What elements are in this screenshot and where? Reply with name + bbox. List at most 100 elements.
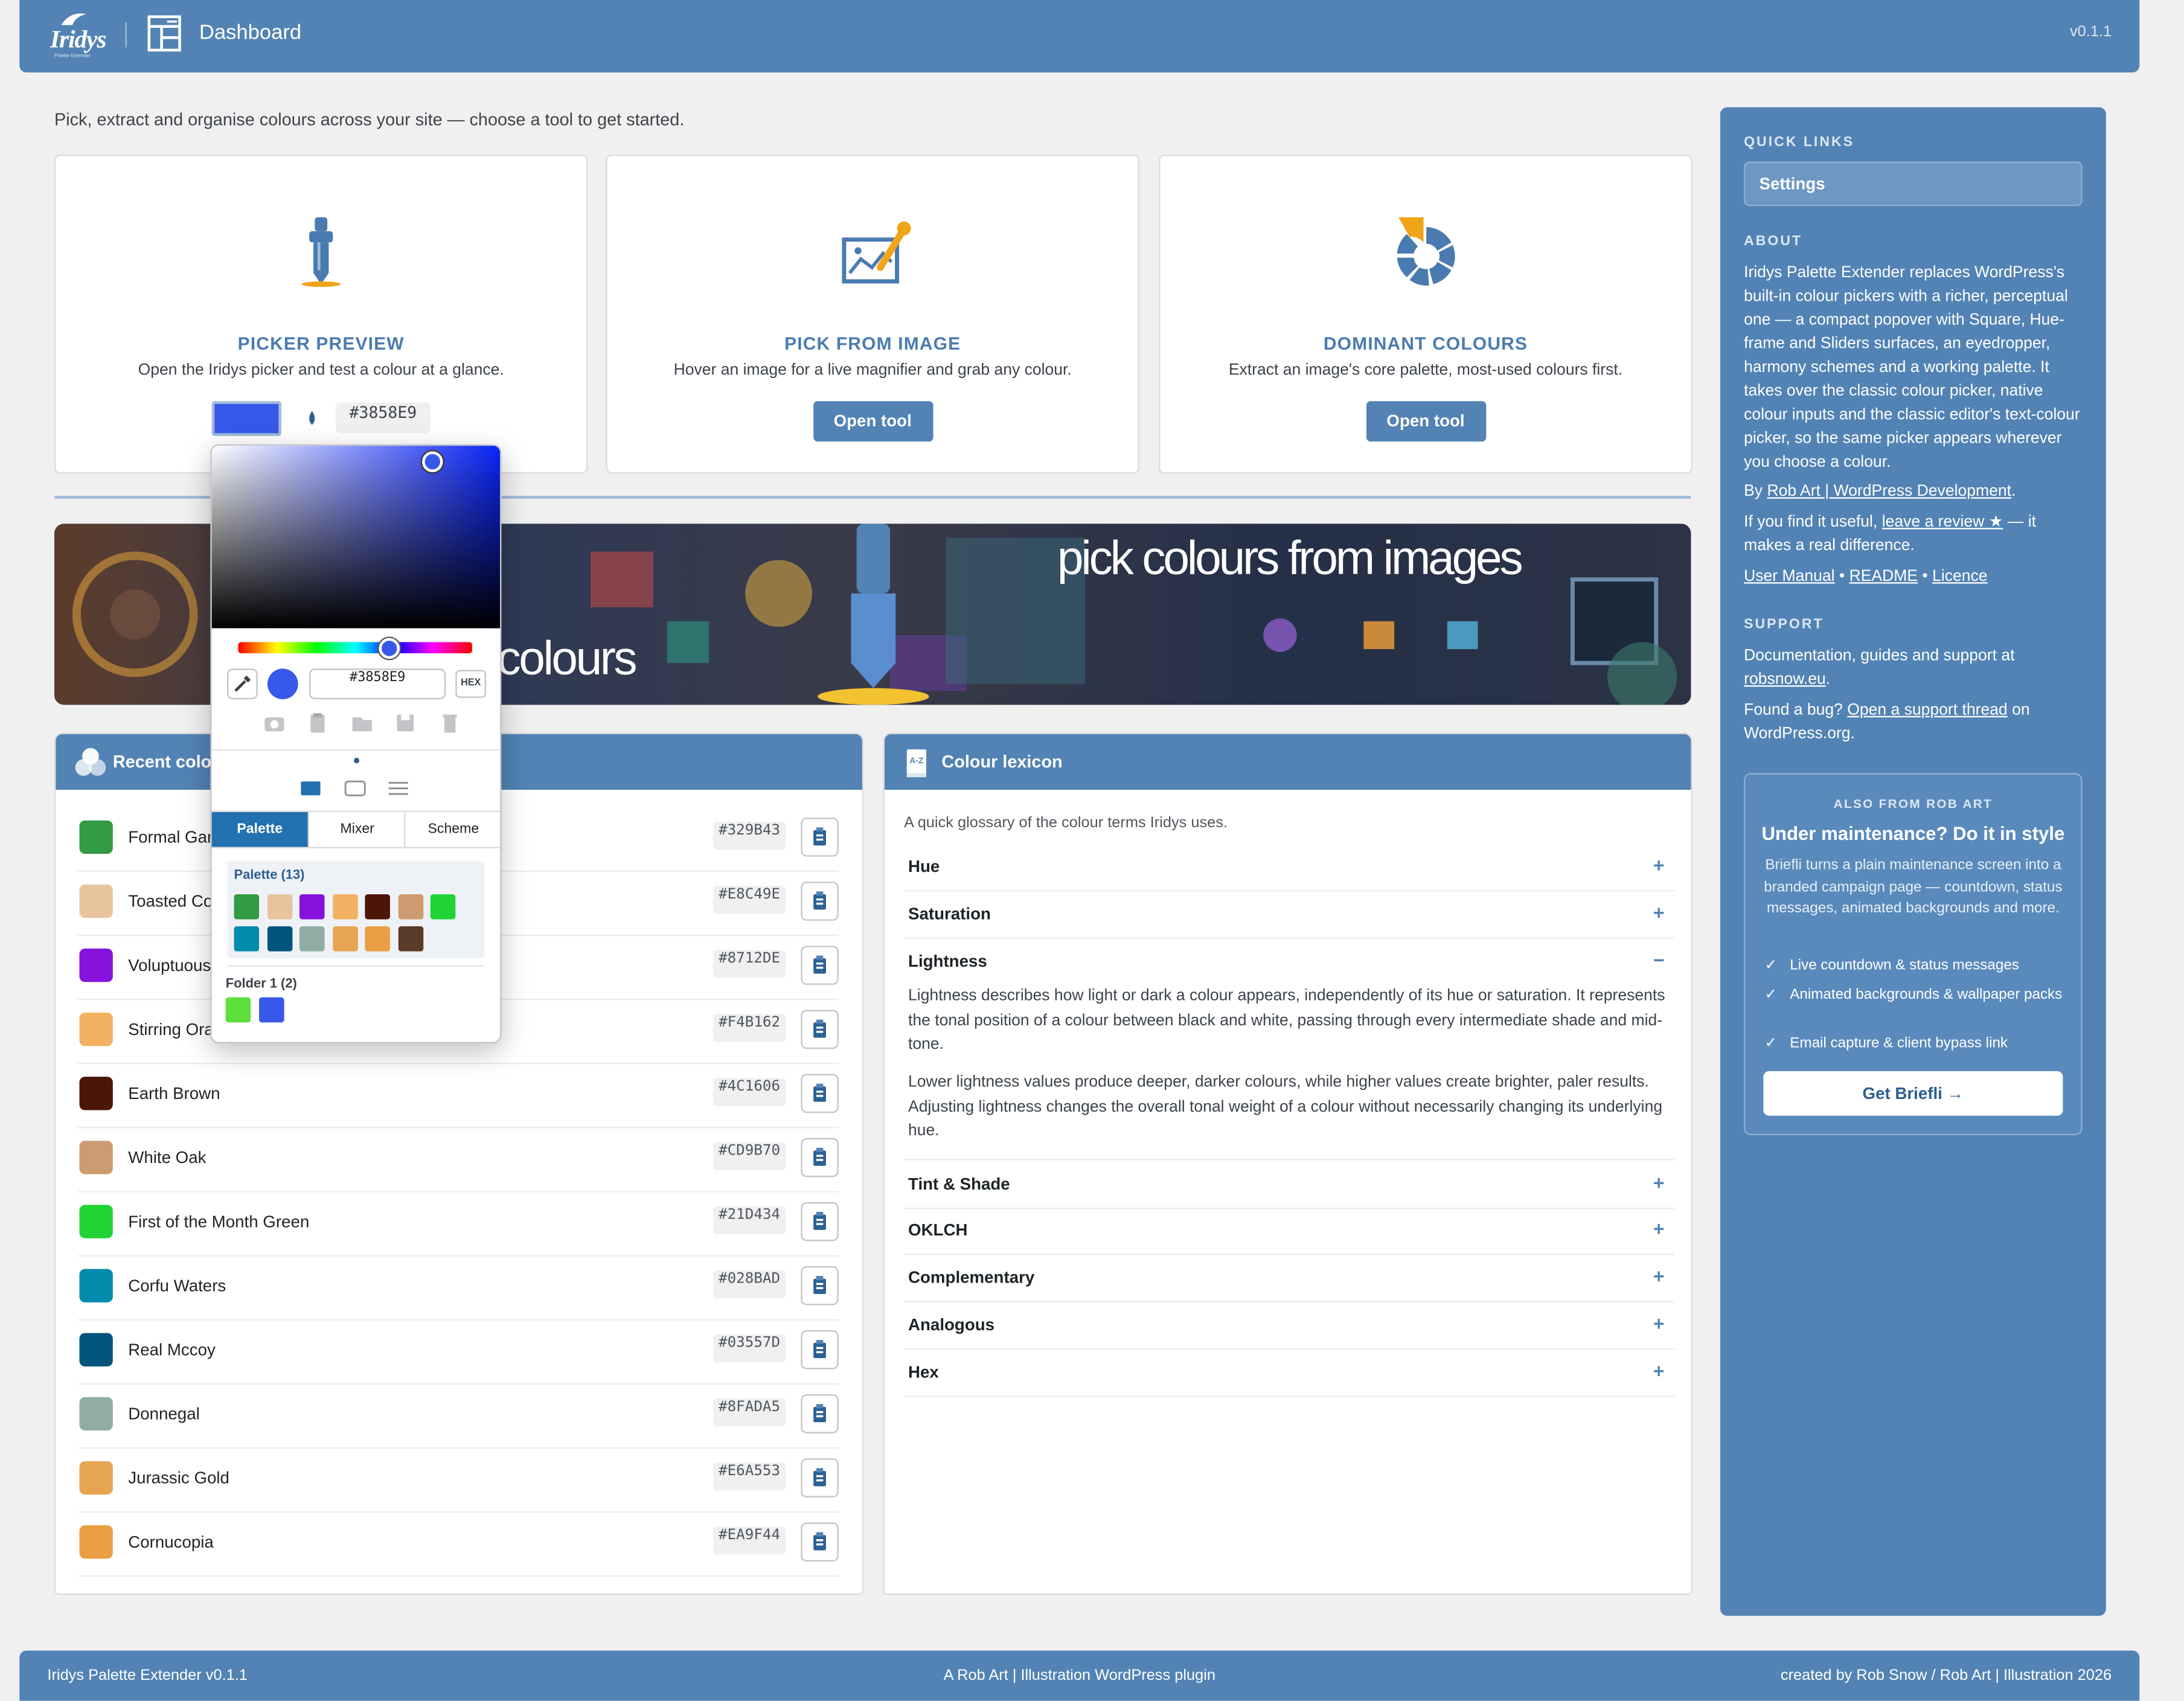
colour-swatch[interactable] — [79, 1141, 113, 1174]
expand-icon[interactable]: + — [1653, 1217, 1665, 1240]
lexicon-term-tint-shade[interactable]: Tint & Shade + — [904, 1159, 1674, 1209]
hue-frame-mode-icon[interactable] — [344, 780, 366, 796]
open-tool-button[interactable]: Open tool — [1365, 401, 1486, 442]
expand-icon[interactable]: + — [1653, 1359, 1665, 1382]
colour-swatch[interactable] — [79, 1013, 113, 1046]
open-tool-button[interactable]: Open tool — [813, 401, 933, 442]
sliders-mode-icon[interactable] — [388, 781, 408, 795]
copy-button[interactable] — [801, 818, 839, 857]
saturation-square[interactable] — [211, 446, 501, 629]
copy-icon — [813, 1340, 826, 1359]
colour-name: Jurassic Gold — [128, 1468, 229, 1488]
clipboard-icon[interactable] — [306, 710, 331, 735]
hue-slider[interactable] — [238, 642, 473, 653]
colour-swatch[interactable] — [79, 1205, 113, 1238]
hex-input[interactable]: #3858E9 — [309, 668, 446, 700]
colour-row: Corfu Waters #028BAD — [78, 1255, 839, 1321]
hue-handle[interactable] — [379, 638, 400, 659]
copy-icon — [813, 1211, 826, 1230]
expand-icon[interactable]: + — [1653, 901, 1665, 923]
palette-swatch[interactable] — [299, 926, 325, 952]
palette-swatch[interactable] — [234, 926, 260, 952]
copy-button[interactable] — [801, 946, 839, 985]
palette-swatch[interactable] — [266, 894, 292, 920]
colour-lexicon-panel: A-Z Colour lexicon A quick glossary of t… — [883, 732, 1692, 1595]
palette-swatch[interactable] — [365, 926, 390, 952]
licence-link[interactable]: Licence — [1932, 568, 1987, 585]
drop-icon[interactable] — [306, 411, 317, 425]
lexicon-term-saturation[interactable]: Saturation + — [904, 890, 1674, 939]
palette-swatch[interactable] — [234, 894, 260, 920]
expand-icon[interactable]: + — [1653, 1312, 1665, 1334]
copy-button[interactable] — [801, 882, 839, 921]
iridys-logo[interactable]: Iridys Palette Extender — [50, 11, 114, 59]
colour-swatch[interactable] — [79, 884, 113, 918]
expand-icon[interactable]: + — [1653, 854, 1665, 876]
briefli-promo: ALSO FROM ROB ART Under maintenance? Do … — [1744, 773, 2083, 1136]
colour-swatch[interactable] — [79, 1525, 113, 1559]
settings-link[interactable]: Settings — [1744, 161, 2083, 207]
footer: Iridys Palette Extender v0.1.1 A Rob Art… — [19, 1650, 2140, 1701]
copy-button[interactable] — [801, 1074, 839, 1113]
expand-icon[interactable]: + — [1653, 1265, 1665, 1287]
copy-button[interactable] — [801, 1138, 839, 1177]
palette-swatch[interactable] — [332, 894, 357, 920]
palette-swatch[interactable] — [266, 926, 292, 952]
folder-swatch[interactable] — [259, 997, 284, 1023]
collapse-icon[interactable]: − — [1653, 949, 1665, 971]
copy-button[interactable] — [801, 1394, 839, 1434]
lexicon-term-hue[interactable]: Hue + — [904, 843, 1674, 892]
colour-hex: #F4B162 — [713, 1014, 786, 1042]
colour-swatch[interactable] — [79, 948, 113, 982]
palette-swatch[interactable] — [430, 894, 456, 920]
copy-button[interactable] — [801, 1010, 839, 1049]
lexicon-term-hex[interactable]: Hex + — [904, 1348, 1674, 1397]
palette-swatch[interactable] — [397, 926, 423, 952]
author-link[interactable]: Rob Art | WordPress Development — [1767, 483, 2011, 500]
trash-icon[interactable] — [437, 710, 463, 735]
colour-swatch[interactable] — [79, 1461, 113, 1495]
lexicon-term-lightness[interactable]: Lightness − — [904, 937, 1674, 984]
tab-scheme[interactable]: Scheme — [403, 812, 500, 847]
palette-swatch[interactable] — [397, 894, 423, 920]
check-icon: ✓ — [1764, 956, 1778, 974]
tab-mixer[interactable]: Mixer — [307, 812, 405, 847]
preview-swatch[interactable] — [211, 401, 281, 437]
eyedropper-button[interactable] — [227, 668, 258, 700]
get-briefli-button[interactable]: Get Briefli → — [1763, 1071, 2063, 1116]
folder-icon[interactable] — [350, 710, 375, 735]
surface-mode-switch — [301, 779, 412, 806]
tab-palette[interactable]: Palette — [211, 812, 308, 847]
colour-swatch[interactable] — [79, 1077, 113, 1110]
term-label: OKLCH — [908, 1220, 968, 1240]
copy-button[interactable] — [801, 1522, 839, 1562]
copy-button[interactable] — [801, 1458, 839, 1498]
saturation-handle[interactable] — [421, 451, 443, 473]
support-site-link[interactable]: robsnow.eu — [1744, 671, 1826, 688]
expand-icon[interactable]: + — [1653, 1171, 1665, 1194]
colour-swatch[interactable] — [79, 1397, 113, 1431]
review-link[interactable]: leave a review ★ — [1882, 514, 2003, 531]
copy-button[interactable] — [801, 1330, 839, 1369]
folder-swatch[interactable] — [225, 997, 251, 1023]
colour-swatch[interactable] — [79, 1269, 113, 1302]
square-mode-icon[interactable] — [301, 781, 321, 796]
lexicon-term-oklch[interactable]: OKLCH + — [904, 1206, 1674, 1255]
lexicon-term-complementary[interactable]: Complementary + — [904, 1254, 1674, 1302]
colour-swatch[interactable] — [79, 820, 113, 854]
colour-swatch[interactable] — [79, 1333, 113, 1366]
copy-button[interactable] — [801, 1266, 839, 1305]
readme-link[interactable]: README — [1849, 568, 1918, 585]
support-thread-link[interactable]: Open a support thread — [1847, 702, 2007, 719]
format-toggle[interactable]: HEX — [455, 670, 487, 698]
palette-swatch[interactable] — [332, 926, 357, 952]
palette-swatch[interactable] — [299, 894, 325, 920]
colour-name: Real Mccoy — [128, 1340, 216, 1360]
copy-button[interactable] — [801, 1202, 839, 1241]
camera-icon[interactable] — [262, 710, 287, 735]
save-icon[interactable] — [393, 710, 418, 735]
lexicon-term-analogous[interactable]: Analogous + — [904, 1301, 1674, 1350]
user-manual-link[interactable]: User Manual — [1744, 568, 1834, 585]
palette-swatch[interactable] — [365, 894, 390, 920]
folder-title: Folder 1 (2) — [225, 976, 297, 992]
